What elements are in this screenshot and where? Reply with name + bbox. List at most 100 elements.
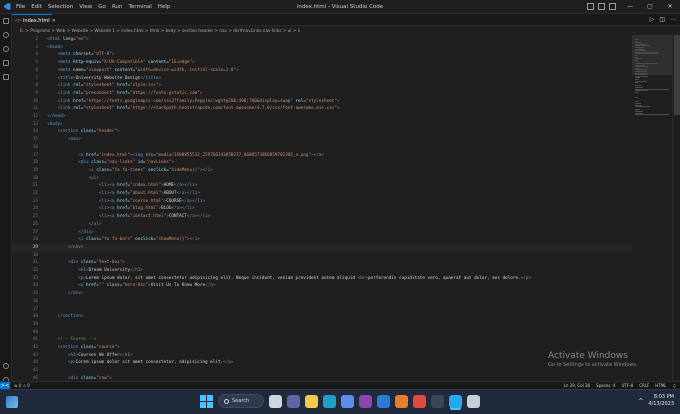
code-line[interactable]: 10 <link href="https://fonts.googleapis.… [12,98,632,106]
code-token: < [42,121,50,127]
menu-run[interactable]: Run [112,4,123,10]
line-code: <i class="fa fa-bars" onclick="showMenu(… [42,236,200,244]
taskbar-app-edge-icon[interactable] [323,394,336,408]
source-control-icon[interactable] [0,42,12,56]
code-line[interactable]: 12 </head> [12,113,632,121]
code-line[interactable]: 3 <head> [12,44,632,52]
code-line[interactable]: 38 </section> [12,313,632,321]
code-line[interactable]: 32 <h1>Dream University</h1> [12,267,632,275]
code-line[interactable]: 25 <li><a href="contact.html">CONTACT</a… [12,213,632,221]
start-button[interactable] [200,394,213,408]
taskbar-app-vscode-icon[interactable] [449,394,462,408]
taskbar-app-store-icon[interactable] [341,394,354,408]
taskbar-app-app-purple-icon[interactable] [359,394,372,408]
menu-terminal[interactable]: Terminal [128,4,151,10]
code-line[interactable]: 7 <title>University Website Design</titl… [12,75,632,83]
line-number: 27 [32,229,38,235]
code-line[interactable]: 26 </ul> [12,221,632,229]
line-code: <a href="" class="hero-btn">Visit Us To … [42,282,215,290]
toggle-secondary-sidebar-icon[interactable] [609,3,616,10]
code-line[interactable]: 44 <p>Lorem ipsum dolor sit amet consect… [12,359,632,367]
code-line[interactable]: 39 [12,321,632,329]
menu-go[interactable]: Go [98,4,106,10]
taskbar-app-app-blue-icon[interactable] [377,394,390,408]
code-line[interactable]: 23 <li><a href="course.html">COURSE</a><… [12,198,632,206]
code-line[interactable]: 37 [12,306,632,314]
taskbar-app-app-white-icon[interactable] [467,394,480,408]
code-line[interactable]: 17 <a href="index.html"><img src="media/… [12,152,632,160]
code-line[interactable]: 24 <li><a href="blog.html">BLOG</a></li> [12,205,632,213]
more-actions-icon[interactable]: ⋯ [670,16,676,23]
code-line[interactable]: 29 </nav> [12,243,632,252]
menu-edit[interactable]: Edit [31,4,42,10]
tab-index-html[interactable]: <> index.html × [12,14,56,26]
editor-scrollbar[interactable] [672,35,680,389]
code-line[interactable]: 22 <li><a href="about.html">ABOUT</a></l… [12,190,632,198]
maximize-button[interactable]: ▢ [640,0,660,14]
clock[interactable]: 8:03 PM 4/13/2023 [648,394,674,408]
code-line[interactable]: 6 <meta name="viewport" content="width=d… [12,67,632,75]
code-line[interactable]: 2 <html lang="en"> [12,36,632,44]
minimize-button[interactable]: — [620,0,640,14]
menu-view[interactable]: View [79,4,92,10]
code-line[interactable]: 18 <div class="nav-links" id="navLinks"> [12,159,632,167]
code-line[interactable]: 31 <div class="text-box"> [12,259,632,267]
code-line[interactable]: 8 <link rel="stylesheet" href="style.css… [12,82,632,90]
code-line[interactable]: 42 <section class="course"> [12,344,632,352]
close-tab-icon[interactable]: × [52,18,56,24]
code-line[interactable]: 9 <link rel="preconnect" href="https://f… [12,90,632,98]
explorer-icon[interactable] [0,14,12,28]
menu-file[interactable]: File [16,4,25,10]
code-line[interactable]: 45 [12,367,632,375]
code-line[interactable]: 21 <li><a href="index.html">HOME</a></li… [12,182,632,190]
code-line[interactable]: 30 [12,252,632,260]
code-line[interactable]: 34 <a href="" class="hero-btn">Visit Us … [12,282,632,290]
code-line[interactable]: 33 <p>Lorem ipsum dolor, sit amet consec… [12,275,632,283]
code-editor[interactable]: 2 <html lang="en"> 3 <head> 4 <meta charse… [12,35,632,389]
code-line[interactable]: 35 </div> [12,290,632,298]
taskbar-app-file-explorer-icon[interactable] [305,394,318,408]
menu-help[interactable]: Help [158,4,171,10]
taskbar-app-chrome-icon[interactable] [413,394,426,408]
code-line[interactable]: 40 [12,329,632,337]
toggle-sidebar-icon[interactable] [587,3,594,10]
code-line[interactable]: 5 <meta http-equiv="X-UA-Compatible" con… [12,59,632,67]
code-line[interactable]: 20 <ul> [12,175,632,183]
menu-selection[interactable]: Selection [48,4,73,10]
account-icon[interactable] [0,359,12,373]
run-icon[interactable]: ▷ [650,16,655,23]
code-line[interactable]: 15 <nav> [12,136,632,144]
code-line[interactable]: 36 [12,298,632,306]
code-line[interactable]: 11 <link rel="stylesheet" href="https://… [12,105,632,113]
code-line[interactable]: 27 </div> [12,229,632,237]
code-token: "X-UA-Compatible" [101,60,146,66]
minimap[interactable] [632,35,672,389]
search-icon[interactable] [0,28,12,42]
code-line[interactable]: 4 <meta charset="UTF-8"> [12,51,632,59]
taskbar-search[interactable]: Search [218,394,264,408]
close-window-button[interactable]: ✕ [660,0,680,14]
code-line[interactable]: 14 <section class="header"> [12,128,632,136]
tray-chevron-icon[interactable]: ^ [638,398,643,405]
code-token: < [42,268,81,273]
taskbar-app-app-dark-icon[interactable] [431,394,444,408]
taskbar-app-teams-icon[interactable] [287,394,300,408]
scrollbar-thumb[interactable] [674,35,680,115]
extensions-icon[interactable] [0,70,12,84]
code-token: > [321,152,325,158]
code-line[interactable]: 41 <!-- Course --> [12,336,632,344]
taskbar-app-task-view-icon[interactable] [269,394,282,408]
widgets-icon[interactable] [6,396,18,408]
split-editor-icon[interactable]: ◫ [659,16,665,23]
code-token: > [212,283,216,289]
code-line[interactable]: 19 <i class="fa fa-times" onclick="hideM… [12,167,632,175]
code-line[interactable]: 13 <body> [12,121,632,129]
code-token: href [114,183,128,189]
run-debug-icon[interactable] [0,56,12,70]
code-line[interactable]: 43 <h1>Courses We Offer</h1> [12,352,632,360]
code-line[interactable]: 16 [12,144,632,152]
code-line[interactable]: 28 <i class="fa fa-bars" onclick="showMe… [12,236,632,244]
breadcrumb[interactable]: E: > Programs > Web > Website > Website … [12,26,680,35]
taskbar-app-app-orange-icon[interactable] [395,394,408,408]
toggle-panel-icon[interactable] [598,3,605,10]
